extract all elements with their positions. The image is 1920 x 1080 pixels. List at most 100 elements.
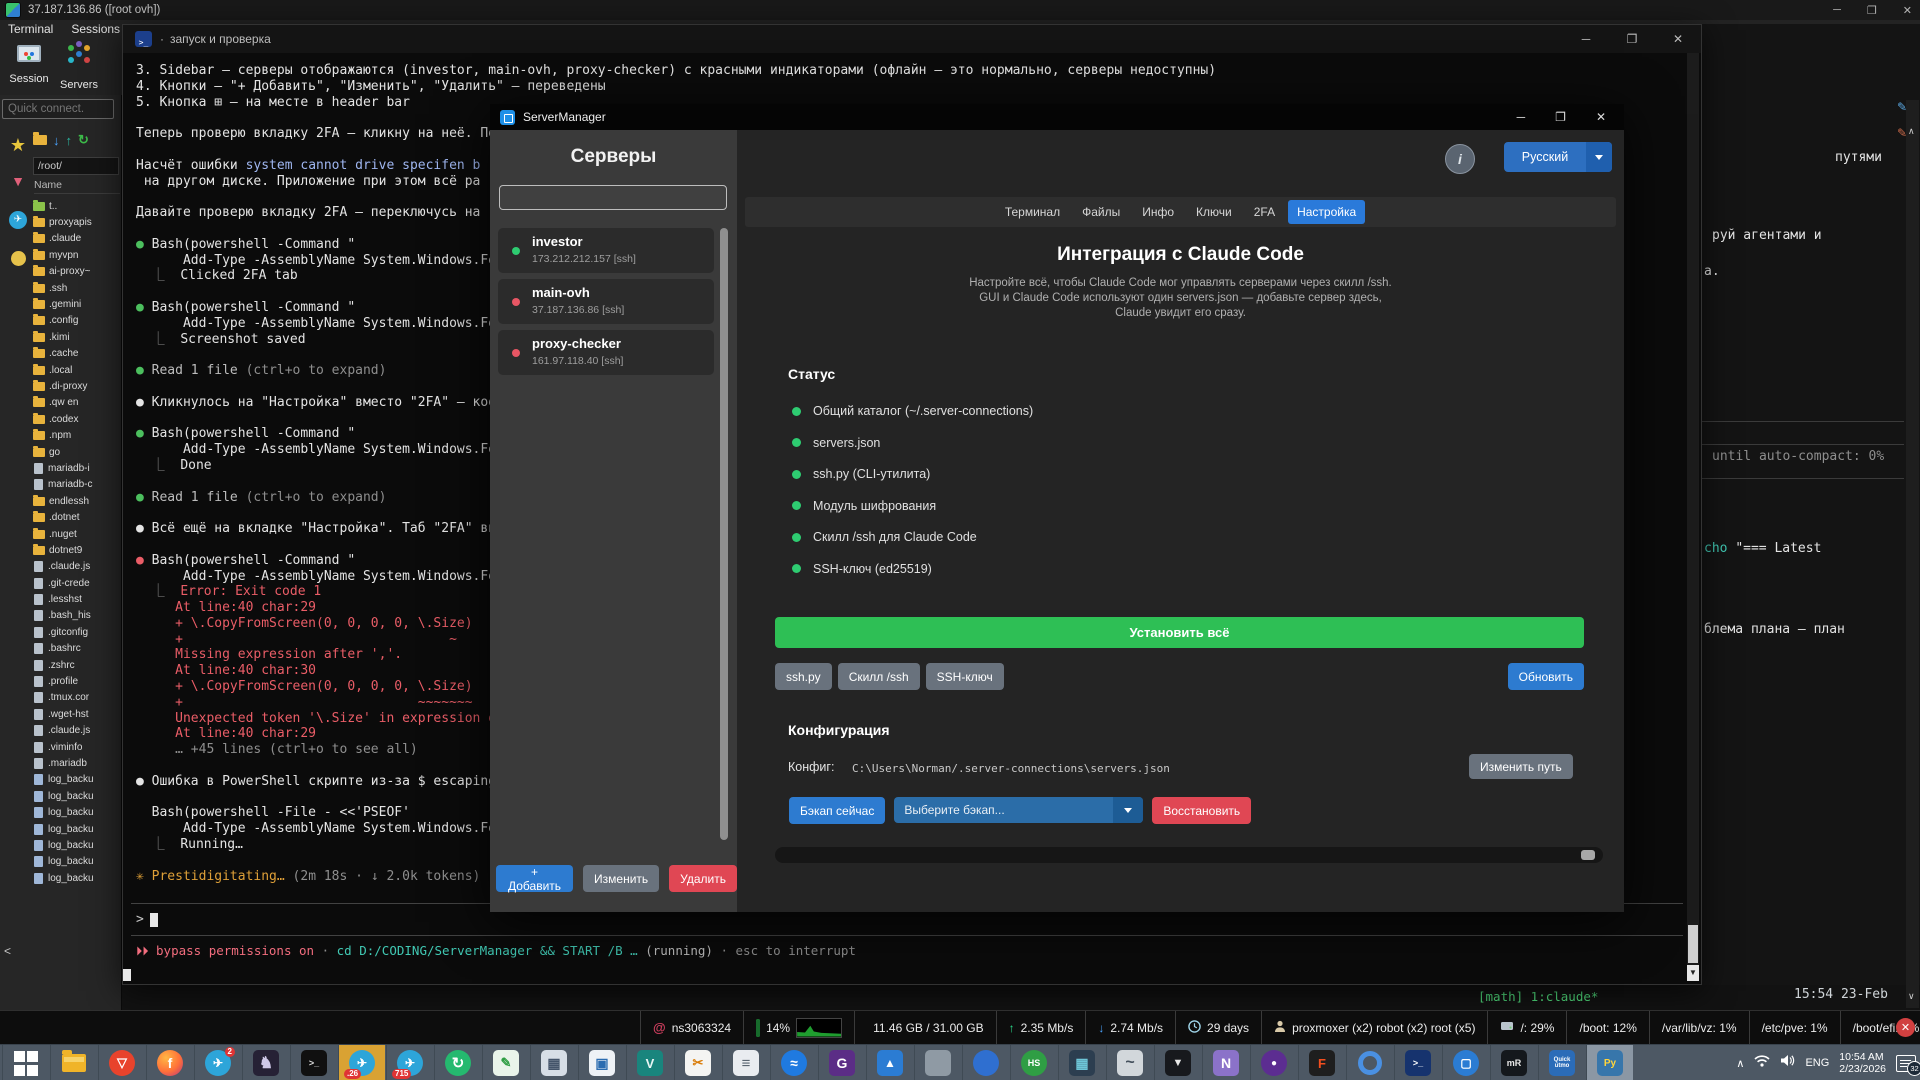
file-item[interactable]: go bbox=[33, 444, 122, 460]
taskbar-app-sync-app[interactable]: ↻ bbox=[434, 1045, 481, 1080]
terminal-scrollbar-down-arrow[interactable]: ▼ bbox=[1687, 965, 1699, 981]
taskbar-app-file-explorer[interactable] bbox=[50, 1045, 97, 1080]
terminal-minimize-button[interactable]: ─ bbox=[1563, 25, 1609, 53]
file-item[interactable]: log_backu bbox=[33, 854, 122, 870]
file-item[interactable]: .gemini bbox=[33, 296, 122, 312]
taskbar-app-blue-window-app[interactable]: ▣ bbox=[578, 1045, 625, 1080]
taskbar-app-github[interactable]: ● bbox=[1250, 1045, 1297, 1080]
yellow-ball-icon[interactable] bbox=[8, 251, 28, 271]
file-item[interactable]: endlessh bbox=[33, 493, 122, 509]
component-button-ssh-py[interactable]: ssh.py bbox=[775, 663, 832, 690]
file-item[interactable]: .cache bbox=[33, 346, 122, 362]
file-item[interactable]: log_backu bbox=[33, 804, 122, 820]
wifi-icon[interactable] bbox=[1754, 1054, 1770, 1072]
file-item[interactable]: .zshrc bbox=[33, 657, 122, 673]
terminal-close-button[interactable]: ✕ bbox=[1655, 25, 1701, 53]
taskbar-app-heidisql[interactable]: HS bbox=[1010, 1045, 1057, 1080]
session-button[interactable]: Session bbox=[6, 42, 52, 85]
mobaxterm-maximize-button[interactable]: ❐ bbox=[1867, 4, 1877, 17]
taskbar-app-powershell[interactable]: >_ bbox=[1394, 1045, 1441, 1080]
change-path-button[interactable]: Изменить путь bbox=[1469, 754, 1573, 779]
file-item[interactable]: .claude bbox=[33, 231, 122, 247]
taskbar-app-notion-app[interactable]: N bbox=[1202, 1045, 1249, 1080]
terminal-scrollbar-thumb[interactable] bbox=[1688, 925, 1698, 963]
taskbar-app-snipping-tool[interactable]: ✂ bbox=[674, 1045, 721, 1080]
refresh-button[interactable]: Обновить bbox=[1508, 663, 1584, 690]
taskbar-app-photos[interactable]: ▲ bbox=[866, 1045, 913, 1080]
taskbar-app-start[interactable] bbox=[2, 1045, 49, 1080]
taskbar-app-remote-desktop[interactable]: ▢ bbox=[1442, 1045, 1489, 1080]
file-item[interactable]: mariadb-c bbox=[33, 477, 122, 493]
upload-icon[interactable]: ↑ bbox=[66, 133, 73, 148]
refresh-icon[interactable]: ↻ bbox=[78, 132, 89, 148]
file-item[interactable]: .profile bbox=[33, 673, 122, 689]
taskbar-app-mobaxterm-app[interactable]: ▦ bbox=[1058, 1045, 1105, 1080]
server-list-scrollbar[interactable] bbox=[720, 228, 728, 840]
statusbar-close-icon[interactable]: ✕ bbox=[1896, 1018, 1915, 1037]
taskbar-app-cmd[interactable]: >_ bbox=[290, 1045, 337, 1080]
taskbar-app-phone-editor[interactable]: ✎ bbox=[482, 1045, 529, 1080]
taskbar-app-game-app[interactable]: ♞ bbox=[242, 1045, 289, 1080]
file-item[interactable]: .lesshst bbox=[33, 591, 122, 607]
file-item[interactable]: .tmux.cor bbox=[33, 690, 122, 706]
install-all-button[interactable]: Установить всё bbox=[775, 617, 1584, 648]
server-list-item[interactable]: main-ovh37.187.136.86 [ssh] bbox=[498, 279, 714, 324]
sm-close-button[interactable]: ✕ bbox=[1596, 110, 1606, 124]
file-item[interactable]: .claude.js bbox=[33, 723, 122, 739]
file-item[interactable]: dotnet9 bbox=[33, 542, 122, 558]
taskbar-app-figma[interactable]: F bbox=[1298, 1045, 1345, 1080]
file-item[interactable]: myvpn bbox=[33, 247, 122, 263]
restore-button[interactable]: Восстановить bbox=[1152, 797, 1251, 824]
horizontal-scrollbar[interactable] bbox=[775, 847, 1603, 863]
favorites-star-icon[interactable]: ★ bbox=[8, 135, 28, 156]
component-button-ssh-[interactable]: SSH-ключ bbox=[926, 663, 1004, 690]
path-input[interactable] bbox=[33, 157, 119, 175]
menu-terminal[interactable]: Terminal bbox=[8, 22, 53, 36]
edit-server-button[interactable]: Изменить bbox=[583, 865, 659, 892]
file-item[interactable]: .local bbox=[33, 362, 122, 378]
server-list-item[interactable]: investor173.212.212.157 [ssh] bbox=[498, 228, 714, 273]
taskbar-app-calculator[interactable]: ▦ bbox=[530, 1045, 577, 1080]
taskbar-app-blue-app[interactable] bbox=[962, 1045, 1009, 1080]
component-button--ssh[interactable]: Скилл /ssh bbox=[838, 663, 920, 690]
terminal-scrollbar[interactable]: ▼ bbox=[1687, 53, 1699, 980]
taskbar-app-brave[interactable]: ▽ bbox=[98, 1045, 145, 1080]
file-item[interactable]: .wget-hst bbox=[33, 706, 122, 722]
folder-up-icon[interactable] bbox=[33, 135, 47, 145]
file-item[interactable]: log_backu bbox=[33, 788, 122, 804]
file-item[interactable]: .viminfo bbox=[33, 739, 122, 755]
taskbar-app-firefox[interactable]: f bbox=[146, 1045, 193, 1080]
taskbar-app-swirl-app[interactable]: ≈ bbox=[770, 1045, 817, 1080]
language-indicator[interactable]: ENG bbox=[1805, 1057, 1829, 1069]
file-item[interactable]: .codex bbox=[33, 411, 122, 427]
quick-connect-input[interactable] bbox=[2, 99, 114, 119]
tab-ключи[interactable]: Ключи bbox=[1187, 200, 1241, 224]
file-item[interactable]: .bashrc bbox=[33, 641, 122, 657]
file-item[interactable]: .npm bbox=[33, 427, 122, 443]
tray-chevron-icon[interactable]: ∧ bbox=[1736, 1057, 1744, 1070]
file-item[interactable]: .config bbox=[33, 313, 122, 329]
tab-инфо[interactable]: Инфо bbox=[1133, 200, 1183, 224]
taskbar-app-gimp[interactable]: G bbox=[818, 1045, 865, 1080]
notifications-icon[interactable]: 32 bbox=[1896, 1055, 1916, 1072]
file-item[interactable]: proxyapis bbox=[33, 214, 122, 230]
tab-2fa[interactable]: 2FA bbox=[1245, 200, 1284, 224]
telegram-plane-icon[interactable]: ✈ bbox=[8, 209, 28, 229]
file-item[interactable]: t.. bbox=[33, 198, 122, 214]
server-list-item[interactable]: proxy-checker161.97.118.40 [ssh] bbox=[498, 330, 714, 375]
horizontal-scrollbar-thumb[interactable] bbox=[1581, 850, 1595, 860]
taskbar-app-teal-app[interactable]: V bbox=[626, 1045, 673, 1080]
servers-button[interactable]: Servers bbox=[56, 42, 102, 91]
file-item[interactable]: log_backu bbox=[33, 772, 122, 788]
file-item[interactable]: .qw en bbox=[33, 395, 122, 411]
file-item[interactable]: .di-proxy bbox=[33, 378, 122, 394]
sidebar-scroll-left-arrow[interactable]: < bbox=[4, 944, 11, 958]
info-button[interactable]: i bbox=[1445, 144, 1475, 174]
servermanager-titlebar[interactable]: ServerManager ─ ❐ ✕ bbox=[490, 104, 1624, 130]
menu-sessions[interactable]: Sessions bbox=[71, 22, 120, 36]
taskbar-app-audio-app[interactable]: ~ bbox=[1106, 1045, 1153, 1080]
files-column-header[interactable]: Name bbox=[34, 179, 120, 194]
terminal-titlebar[interactable]: >_ · запуск и проверка ─ ❐ ✕ bbox=[123, 25, 1701, 53]
file-item[interactable]: .ssh bbox=[33, 280, 122, 296]
mobaxterm-right-scrollbar[interactable]: ∧∨ bbox=[1906, 100, 1919, 1008]
